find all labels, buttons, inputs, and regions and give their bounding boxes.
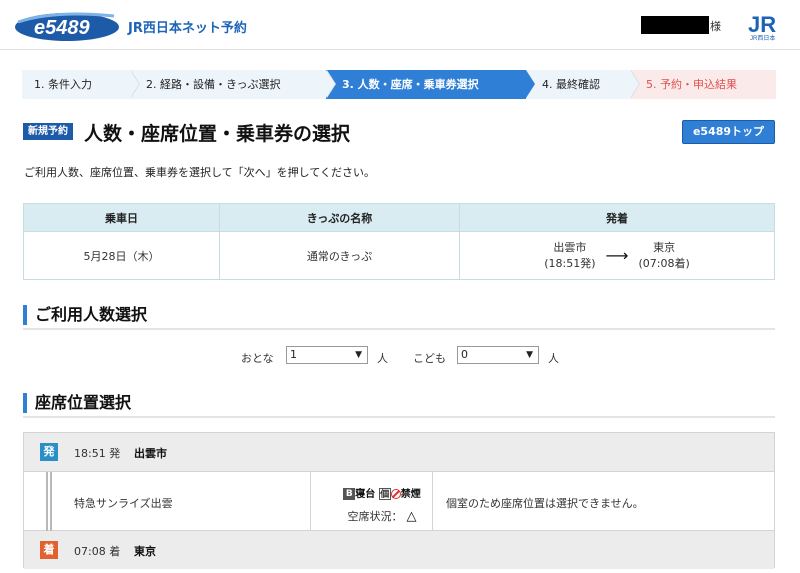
adult-count-select[interactable]: 1 ▼ (286, 346, 368, 364)
train-name: 特急サンライズ出雲 (74, 497, 173, 510)
instruction-text: ご利用人数、座席位置、乗車券を選択して「次へ」を押してください。 (24, 166, 376, 179)
car-facility: B 寝台 個禁煙 (330, 485, 434, 500)
private-room-icon: 個 (378, 488, 391, 500)
departure-row: 発 18:51 発 出雲市 (24, 433, 774, 471)
column-divider (310, 472, 311, 532)
step-reservation-result: 5. 予約・申込結果 (630, 70, 776, 99)
to-station: 東京 (653, 240, 676, 254)
user-honorific: 様 (710, 20, 721, 33)
step-label: 4. 最終確認 (542, 78, 600, 91)
passenger-count-row: おとな 1 ▼ 人 こども 0 ▼ 人 (0, 346, 800, 366)
progress-steps: 1. 条件入力 2. 経路・設備・きっぷ選択 3. 人数・座席・乗車券選択 4.… (22, 70, 776, 99)
logo-text: e5489 (34, 17, 90, 39)
site-title: JR西日本ネット予約 (128, 21, 247, 36)
step-route-selection: 2. 経路・設備・きっぷ選択 (130, 70, 336, 99)
e5489-top-button[interactable]: e5489トップ (682, 120, 775, 144)
jr-west-logo[interactable]: JR JR西日本 (745, 10, 787, 42)
train-row: 特急サンライズ出雲 B 寝台 個禁煙 空席状況： △ 個室のため座席位置は選択できま… (24, 471, 774, 532)
availability-label: 空席状況： (347, 510, 403, 523)
to-time: (07:08着) (638, 256, 690, 270)
step-condition-input: 1. 条件入力 (22, 70, 140, 99)
page-title: 人数・座席位置・乗車券の選択 (84, 123, 351, 145)
adult-unit: 人 (377, 352, 388, 365)
arrival-row: 着 07:08 着 東京 (24, 531, 774, 569)
seat-selection-panel: 発 18:51 発 出雲市 特急サンライズ出雲 B 寝台 個禁煙 空席状況： △ 個… (23, 432, 775, 569)
arrival-time: 07:08 着 (74, 545, 121, 558)
dropdown-caret-icon: ▼ (355, 350, 362, 360)
child-count-select[interactable]: 0 ▼ (457, 346, 539, 364)
availability-mark: △ (406, 509, 417, 524)
jr-logo-text: JR (748, 12, 776, 37)
from-station: 出雲市 (553, 240, 587, 254)
dropdown-caret-icon: ▼ (526, 350, 533, 360)
adult-label: おとな (241, 352, 274, 365)
smoking-label: 禁煙 (400, 489, 421, 500)
header-departure-arrival: 発着 (459, 203, 775, 232)
seat-availability: 空席状況： △ (330, 508, 434, 524)
site-header: e5489 JR西日本ネット予約 様 JR JR西日本 (0, 0, 800, 50)
adult-count-value: 1 (290, 348, 297, 361)
departure-time: 18:51 発 (74, 447, 121, 460)
user-name-redacted (641, 16, 709, 34)
child-label: こども (413, 352, 446, 365)
rail-line-left (46, 472, 48, 532)
ticket-name: 通常のきっぷ (219, 231, 460, 280)
arrival-icon: 着 (40, 541, 58, 559)
arrow-right-icon: ⟶ (605, 246, 629, 265)
child-unit: 人 (548, 352, 559, 365)
berth-icon: B (343, 488, 356, 500)
seat-position-heading: 座席位置選択 (23, 391, 775, 418)
car-type-label: 寝台 (355, 489, 376, 500)
step-label: 5. 予約・申込結果 (646, 78, 737, 91)
header-boarding-date: 乗車日 (23, 203, 220, 232)
column-divider (432, 472, 433, 532)
table-row: 5月28日（木） 通常のきっぷ 出雲市 (18:51発) ⟶ 東京 (07:08… (23, 231, 775, 280)
step-label: 3. 人数・座席・乗車券選択 (342, 78, 479, 91)
from-time: (18:51発) (544, 256, 596, 270)
step-label: 2. 経路・設備・きっぷ選択 (146, 78, 281, 91)
jr-logo-subtext: JR西日本 (750, 34, 775, 42)
step-final-confirmation: 4. 最終確認 (526, 70, 640, 99)
route-cell: 出雲市 (18:51発) ⟶ 東京 (07:08着) (459, 231, 775, 280)
arrival-station: 東京 (134, 545, 156, 558)
step-passenger-seat-selection: 3. 人数・座席・乗車券選択 (326, 70, 535, 99)
rail-line-right (50, 472, 52, 532)
departure-icon: 発 (40, 443, 58, 461)
child-count-value: 0 (461, 348, 468, 361)
header-ticket-name: きっぷの名称 (219, 203, 460, 232)
seat-position-note: 個室のため座席位置は選択できません。 (446, 497, 644, 510)
step-label: 1. 条件入力 (34, 78, 92, 91)
new-reservation-badge: 新規予約 (23, 123, 73, 140)
trip-summary-table: 乗車日 きっぷの名称 発着 5月28日（木） 通常のきっぷ 出雲市 (18:51… (23, 203, 775, 280)
no-smoking-icon (390, 489, 401, 499)
boarding-date: 5月28日（木） (23, 231, 220, 280)
passenger-count-heading: ご利用人数選択 (23, 303, 775, 330)
departure-station: 出雲市 (134, 447, 167, 460)
e5489-logo[interactable]: e5489 (14, 8, 120, 42)
